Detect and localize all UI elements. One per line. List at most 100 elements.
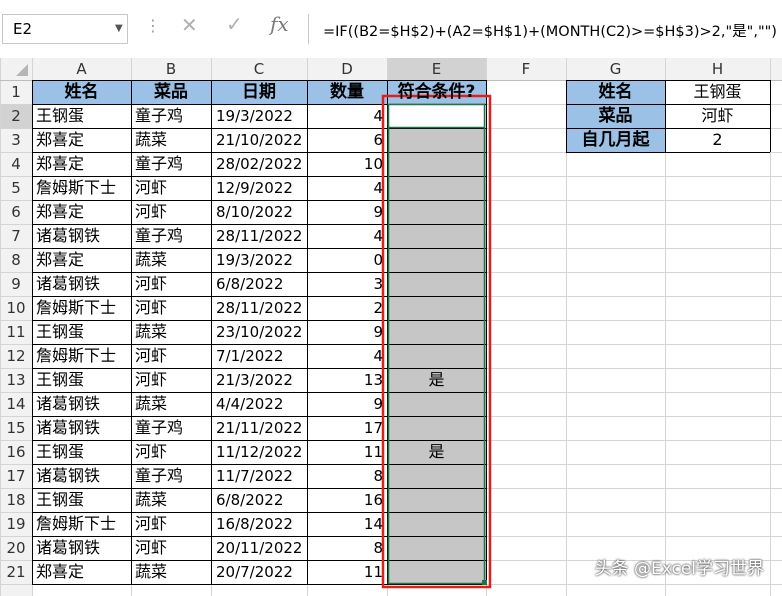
cell-name: 诸葛钢铁 bbox=[36, 466, 101, 485]
cell-date: 11/12/2022 bbox=[216, 443, 303, 461]
cell-qty: 9 bbox=[373, 203, 383, 221]
cell-qty: 9 bbox=[373, 395, 383, 413]
cell-dish: 蔬菜 bbox=[135, 250, 168, 269]
cell-name: 王钢蛋 bbox=[36, 442, 85, 461]
cell-dish: 河虾 bbox=[135, 442, 168, 461]
cell-name: 诸葛钢铁 bbox=[36, 418, 101, 437]
cell-dish: 河虾 bbox=[135, 538, 168, 557]
cell-date: 4/4/2022 bbox=[216, 395, 284, 413]
row-header: 5 bbox=[11, 179, 21, 197]
cell-date: 23/10/2022 bbox=[216, 323, 303, 341]
more-options-icon[interactable]: ⋮ bbox=[145, 16, 161, 35]
cell-name: 王钢蛋 bbox=[36, 106, 85, 125]
criteria-value: 2 bbox=[712, 130, 723, 149]
formula-bar: E2 ▼ ⋮ ✕ ✓ fx =IF((B2=$H$2)+(A2=$H$1)+(M… bbox=[0, 0, 782, 58]
cell-qty: 8 bbox=[373, 467, 383, 485]
cell-dish: 童子鸡 bbox=[135, 106, 184, 125]
cell-name: 郑喜定 bbox=[36, 562, 85, 581]
cell-date: 28/11/2022 bbox=[216, 227, 303, 245]
cell-qty: 10 bbox=[363, 155, 383, 173]
cancel-icon[interactable]: ✕ bbox=[181, 13, 198, 37]
criteria-label: 菜品 bbox=[598, 106, 633, 126]
column-header-d: D bbox=[341, 60, 353, 78]
cell-dish: 蔬菜 bbox=[135, 562, 168, 581]
check-icon[interactable]: ✓ bbox=[226, 12, 243, 36]
cell-dish: 河虾 bbox=[135, 514, 168, 533]
cell-name: 诸葛钢铁 bbox=[36, 394, 101, 413]
column-header-h: H bbox=[711, 60, 724, 78]
spreadsheet-grid[interactable]: A B C D E F G H 1 2 3 4 5 6 7 8 9 10 11 12 13 14 15 16 17 18 19 20 2… bbox=[0, 58, 782, 596]
chevron-down-icon[interactable]: ▼ bbox=[115, 23, 123, 34]
criteria-value: 河虾 bbox=[701, 106, 734, 125]
cell-dish: 河虾 bbox=[135, 298, 168, 317]
insert-function-icon[interactable]: fx bbox=[270, 12, 289, 36]
cell-name: 郑喜定 bbox=[36, 202, 85, 221]
cell-name: 王钢蛋 bbox=[36, 322, 85, 341]
cell-date: 12/9/2022 bbox=[216, 179, 293, 197]
formula-text: =IF((B2=$H$2)+(A2=$H$1)+(MONTH(C2)>=$H$3… bbox=[323, 24, 777, 40]
cell-name: 詹姆斯下士 bbox=[36, 298, 117, 317]
cell-date: 20/11/2022 bbox=[216, 539, 303, 557]
cell-qty: 4 bbox=[373, 347, 383, 365]
column-header-e: E bbox=[431, 60, 442, 78]
criteria-label: 自几月起 bbox=[581, 130, 650, 150]
row-header: 20 bbox=[6, 539, 26, 557]
cell-qty: 11 bbox=[363, 563, 383, 581]
cell-date: 19/3/2022 bbox=[216, 107, 293, 125]
fill-handle bbox=[482, 580, 487, 585]
cell-dish: 童子鸡 bbox=[135, 226, 184, 245]
cell-qty: 2 bbox=[373, 299, 383, 317]
cell-date: 28/02/2022 bbox=[216, 155, 303, 173]
watermark: 头条 @Excel学习世界 bbox=[594, 559, 764, 579]
cell-name: 詹姆斯下士 bbox=[36, 178, 117, 197]
row-header: 7 bbox=[11, 227, 21, 245]
cell-qty: 4 bbox=[373, 179, 383, 197]
column-header-a: A bbox=[76, 60, 87, 78]
cell-dish: 蔬菜 bbox=[135, 490, 168, 509]
name-box-value: E2 bbox=[13, 20, 33, 38]
cell-qty: 3 bbox=[373, 275, 383, 293]
row-header: 6 bbox=[11, 203, 21, 221]
row-header: 17 bbox=[6, 467, 26, 485]
cell-date: 21/10/2022 bbox=[216, 131, 303, 149]
selection-fill bbox=[387, 128, 486, 584]
cell-dish: 河虾 bbox=[135, 202, 168, 221]
column-header-b: B bbox=[165, 60, 177, 78]
cell-date: 11/7/2022 bbox=[216, 467, 293, 485]
row-header: 11 bbox=[6, 323, 26, 341]
cell-qty: 14 bbox=[363, 515, 383, 533]
cell-date: 7/1/2022 bbox=[216, 347, 284, 365]
column-header-g: G bbox=[609, 60, 622, 78]
row-header: 8 bbox=[11, 251, 21, 269]
row-header: 14 bbox=[6, 395, 26, 413]
cell-qty: 16 bbox=[363, 491, 383, 509]
table-header-dish: 菜品 bbox=[154, 82, 188, 102]
name-box[interactable]: E2 ▼ bbox=[2, 14, 128, 44]
cell-date: 6/8/2022 bbox=[216, 275, 284, 293]
cell-name: 王钢蛋 bbox=[36, 370, 85, 389]
cell-name: 詹姆斯下士 bbox=[36, 346, 117, 365]
cell-qty: 6 bbox=[373, 131, 383, 149]
row-header: 15 bbox=[6, 419, 26, 437]
cell-name: 郑喜定 bbox=[36, 250, 85, 269]
row-header: 18 bbox=[6, 491, 26, 509]
cell-match: 是 bbox=[428, 370, 445, 389]
cell-dish: 河虾 bbox=[135, 274, 168, 293]
row-header: 10 bbox=[6, 299, 26, 317]
cell-dish: 河虾 bbox=[135, 178, 168, 197]
cell-name: 郑喜定 bbox=[36, 130, 85, 149]
row-header: 1 bbox=[11, 83, 21, 101]
cell-date: 21/11/2022 bbox=[216, 419, 303, 437]
row-header: 3 bbox=[11, 131, 21, 149]
cell-date: 16/8/2022 bbox=[216, 515, 293, 533]
column-header-f: F bbox=[521, 60, 531, 78]
cell-qty: 17 bbox=[363, 419, 383, 437]
criteria-value: 王钢蛋 bbox=[693, 82, 742, 101]
criteria-label: 姓名 bbox=[598, 82, 633, 102]
cell-qty: 4 bbox=[373, 107, 383, 125]
formula-input[interactable]: =IF((B2=$H$2)+(A2=$H$1)+(MONTH(C2)>=$H$3… bbox=[308, 14, 782, 44]
cell-name: 诸葛钢铁 bbox=[36, 226, 101, 245]
cell-dish: 蔬菜 bbox=[135, 130, 168, 149]
table-header-match: 符合条件? bbox=[397, 82, 476, 102]
cell-date: 28/11/2022 bbox=[216, 299, 303, 317]
